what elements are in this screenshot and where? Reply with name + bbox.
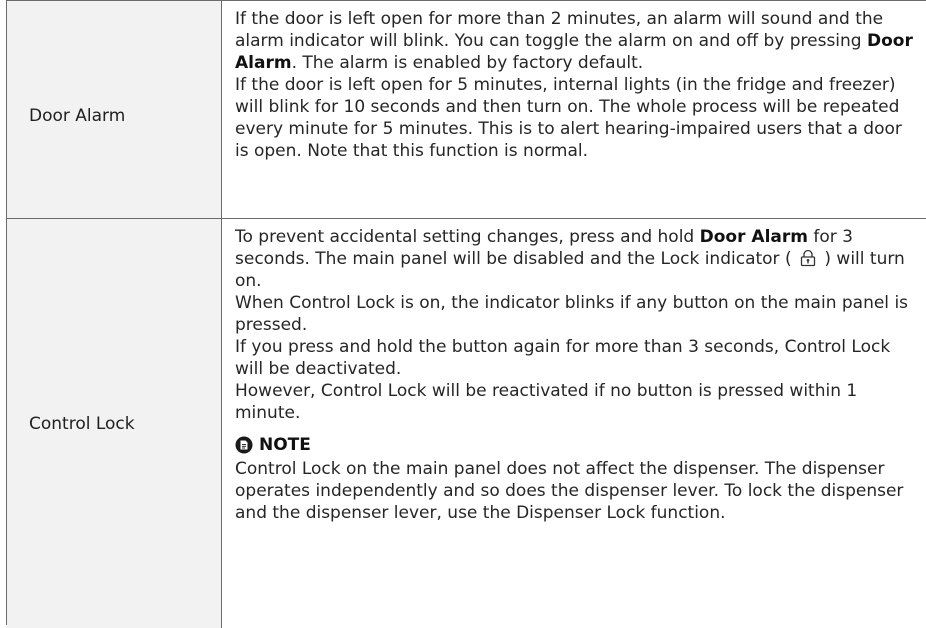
lock-icon <box>800 249 816 267</box>
description-cell: To prevent accidental setting changes, p… <box>222 219 926 628</box>
label-cell: Control Lock <box>7 219 222 628</box>
description-paragraph: To prevent accidental setting changes, p… <box>235 226 919 292</box>
description-paragraph: If you press and hold the button again f… <box>235 337 891 379</box>
description-paragraph: However, Control Lock will be reactivate… <box>235 381 858 423</box>
button-name-emphasis: Door Alarm <box>699 227 808 247</box>
description-paragraph: If the door is left open for more than 2… <box>235 8 919 74</box>
note-heading: NOTE <box>235 434 919 456</box>
row-label: Control Lock <box>29 414 135 434</box>
description-paragraph: If the door is left open for 5 minutes, … <box>235 75 902 161</box>
table-row-control-lock: Control Lock To prevent accidental setti… <box>7 218 926 628</box>
note-title: NOTE <box>259 435 311 455</box>
description-cell: If the door is left open for more than 2… <box>222 1 926 218</box>
text-segment: If the door is left open for more than 2… <box>235 9 884 51</box>
feature-table: Door Alarm If the door is left open for … <box>6 0 926 628</box>
row-label: Door Alarm <box>29 106 126 126</box>
table-row-door-alarm: Door Alarm If the door is left open for … <box>7 0 926 219</box>
text-segment: To prevent accidental setting changes, p… <box>235 227 700 247</box>
label-cell: Door Alarm <box>7 1 222 218</box>
description-paragraph: When Control Lock is on, the indicator b… <box>235 293 909 335</box>
text-segment: . The alarm is enabled by factory defaul… <box>291 53 644 73</box>
note-icon <box>235 436 253 454</box>
note-text: Control Lock on the main panel does not … <box>235 459 904 523</box>
